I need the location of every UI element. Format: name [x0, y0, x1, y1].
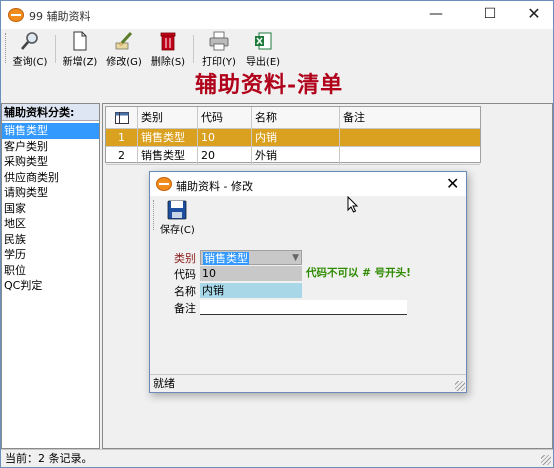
maximize-button[interactable]: ☐ — [467, 1, 513, 29]
category-item[interactable]: 学历 — [2, 247, 99, 263]
export-button[interactable]: 导出(E) — [243, 31, 283, 68]
grid-header-row: 类别 代码 名称 备注 — [106, 107, 480, 129]
category-select[interactable]: 销售类型 ▼ — [200, 250, 302, 265]
grid-icon — [114, 112, 129, 124]
page-title: 辅助资料-清单 — [195, 72, 344, 98]
cell-note — [340, 147, 480, 165]
category-item[interactable]: 销售类型 — [2, 123, 99, 139]
name-label: 名称 — [174, 285, 196, 298]
window-title: 99 辅助资料 — [29, 10, 91, 23]
row-number: 2 — [106, 147, 138, 165]
chevron-down-icon: ▼ — [292, 253, 299, 263]
cell-code: 10 — [198, 129, 252, 147]
delete-label: 删除(S) — [150, 57, 186, 68]
toolbar-grip — [153, 200, 156, 230]
category-panel: 辅助资料分类: 销售类型 客户类别 采购类型 供应商类别 请购类型 国家 地区 … — [1, 103, 100, 449]
new-label: 新增(Z) — [62, 57, 98, 68]
mouse-cursor-icon — [347, 196, 359, 213]
edit-label: 修改(G) — [106, 57, 142, 68]
category-item[interactable]: 采购类型 — [2, 154, 99, 170]
note-label: 备注 — [174, 302, 196, 315]
save-label: 保存(C) — [160, 225, 195, 236]
note-field[interactable] — [200, 300, 407, 315]
new-document-icon — [73, 31, 87, 51]
toolbar-separator — [55, 35, 56, 63]
toolbar-grip — [5, 33, 8, 63]
toolbar: 查询(C) 新增(Z) 修改(G) 删除(S) 打印(Y) 导出(E) — [1, 29, 553, 69]
category-item[interactable]: 民族 — [2, 232, 99, 248]
resize-grip-icon[interactable] — [455, 381, 465, 391]
dialog-status-text: 就绪 — [153, 377, 175, 390]
toolbar-separator — [193, 35, 194, 63]
dialog-toolbar: 保存(C) — [150, 196, 466, 236]
cell-category: 销售类型 — [138, 147, 198, 165]
dialog-title-bar: 辅助资料 - 修改 ✕ — [150, 172, 466, 196]
close-button[interactable]: ✕ — [511, 1, 554, 29]
app-icon — [156, 177, 172, 191]
column-header-category[interactable]: 类别 — [138, 107, 198, 129]
column-header-code[interactable]: 代码 — [198, 107, 252, 129]
title-bar: 99 辅助资料 — ☐ ✕ — [1, 1, 553, 29]
category-list: 销售类型 客户类别 采购类型 供应商类别 请购类型 国家 地区 民族 学历 职位… — [2, 123, 99, 294]
table-row[interactable]: 2 销售类型 20 外销 — [106, 147, 480, 165]
cell-name: 内销 — [252, 129, 340, 147]
query-button[interactable]: 查询(C) — [11, 31, 49, 68]
grid-corner[interactable] — [106, 107, 138, 129]
category-label: 类别 — [174, 252, 196, 265]
column-header-note[interactable]: 备注 — [340, 107, 480, 129]
trash-icon — [160, 32, 176, 51]
code-label: 代码 — [174, 268, 196, 281]
category-select-value: 销售类型 — [203, 252, 249, 265]
category-item[interactable]: 地区 — [2, 216, 99, 232]
cell-name: 外销 — [252, 147, 340, 165]
dialog-close-button[interactable]: ✕ — [446, 174, 459, 193]
cell-note — [340, 129, 480, 147]
category-panel-header: 辅助资料分类: — [2, 104, 99, 121]
save-button[interactable]: 保存(C) — [160, 200, 195, 236]
resize-grip-icon[interactable] — [541, 455, 551, 465]
dialog-status-bar: 就绪 — [150, 374, 466, 392]
excel-export-icon — [255, 32, 272, 50]
query-label: 查询(C) — [12, 57, 48, 68]
category-item[interactable]: 客户类别 — [2, 139, 99, 155]
minimize-button[interactable]: — — [413, 1, 459, 29]
table-row[interactable]: 1 销售类型 10 内销 — [106, 129, 480, 147]
edit-dialog: 辅助资料 - 修改 ✕ 保存(C) 类别 销售类型 ▼ 代码 10 代码不可以 … — [149, 171, 467, 393]
name-field[interactable]: 内销 — [200, 283, 302, 298]
search-icon — [21, 32, 38, 50]
edit-button[interactable]: 修改(G) — [105, 31, 143, 68]
data-grid: 类别 代码 名称 备注 1 销售类型 10 内销 2 销售类型 20 外销 — [105, 106, 481, 165]
main-window: 99 辅助资料 — ☐ ✕ 查询(C) 新增(Z) 修改(G) 删除(S) 打印… — [0, 0, 554, 468]
new-button[interactable]: 新增(Z) — [61, 31, 99, 68]
category-item[interactable]: 职位 — [2, 263, 99, 279]
print-button[interactable]: 打印(Y) — [199, 31, 239, 68]
code-warning: 代码不可以 # 号开头! — [306, 267, 411, 279]
printer-icon — [209, 31, 229, 51]
code-field[interactable]: 10 — [200, 266, 302, 281]
status-bar: 当前：2 条记录。 — [1, 449, 553, 467]
row-number: 1 — [106, 129, 138, 147]
edit-icon — [115, 31, 133, 50]
column-header-name[interactable]: 名称 — [252, 107, 340, 129]
category-item[interactable]: 请购类型 — [2, 185, 99, 201]
dialog-title: 辅助资料 - 修改 — [176, 180, 253, 193]
delete-button[interactable]: 删除(S) — [149, 31, 187, 68]
app-icon — [8, 8, 24, 22]
cell-category: 销售类型 — [138, 129, 198, 147]
category-item[interactable]: 供应商类别 — [2, 170, 99, 186]
save-icon — [167, 200, 187, 220]
cell-code: 20 — [198, 147, 252, 165]
category-item[interactable]: 国家 — [2, 201, 99, 217]
category-item[interactable]: QC判定 — [2, 278, 99, 294]
